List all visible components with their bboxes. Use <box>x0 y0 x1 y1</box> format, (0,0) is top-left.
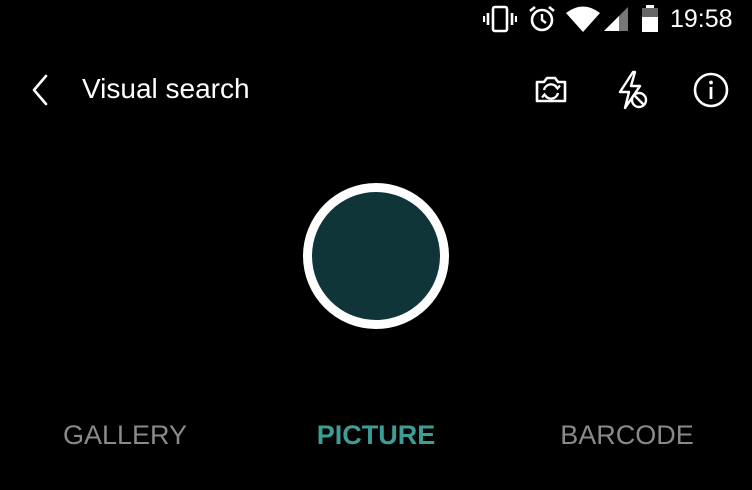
alarm-icon <box>529 5 555 32</box>
back-button[interactable] <box>22 70 62 110</box>
switch-camera-icon <box>535 76 567 103</box>
page-title: Visual search <box>82 73 250 104</box>
shutter-button[interactable] <box>303 183 449 329</box>
info-icon <box>693 72 729 108</box>
flash-off-icon <box>618 70 648 110</box>
info-button[interactable] <box>689 68 733 112</box>
shutter-inner <box>312 192 440 320</box>
tab-gallery[interactable]: GALLERY <box>55 417 195 453</box>
toolbar: Visual search <box>0 60 752 120</box>
status-bar: 19:58 <box>0 0 752 40</box>
chevron-left-icon <box>32 74 48 106</box>
switch-camera-button[interactable] <box>529 68 573 112</box>
wifi-icon <box>566 6 600 32</box>
status-time: 19:58 <box>670 5 733 33</box>
tab-picture[interactable]: PICTURE <box>306 417 446 453</box>
signal-icon <box>604 7 628 31</box>
vibrate-icon <box>483 5 517 33</box>
tab-barcode[interactable]: BARCODE <box>552 417 702 453</box>
battery-icon <box>642 5 658 32</box>
flash-button[interactable] <box>609 68 653 112</box>
